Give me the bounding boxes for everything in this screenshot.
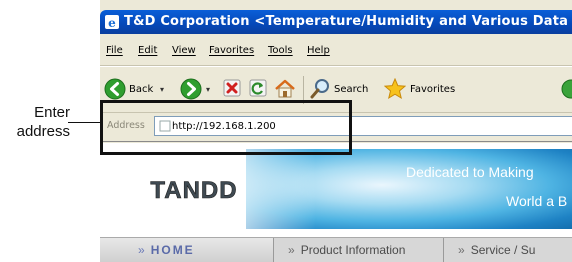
site-banner: TANDD Dedicated to Making World a B bbox=[106, 149, 572, 229]
web-page: TANDD Dedicated to Making World a B » HOM… bbox=[100, 143, 572, 262]
refresh-icon bbox=[249, 79, 267, 97]
menu-edit[interactable]: Edit bbox=[138, 40, 157, 62]
nav-service-support[interactable]: » Service / Su bbox=[444, 238, 572, 262]
back-button[interactable]: Back ▾ bbox=[104, 78, 174, 102]
media-icon bbox=[561, 79, 572, 99]
nav-product-information[interactable]: » Product Information bbox=[274, 238, 444, 262]
favorites-label: Favorites bbox=[410, 84, 456, 95]
nav-arrow-icon: » bbox=[458, 243, 465, 257]
search-icon bbox=[310, 79, 329, 99]
nav-home-label: HOME bbox=[150, 243, 195, 257]
search-button[interactable]: Search bbox=[310, 78, 378, 102]
stop-button[interactable] bbox=[222, 78, 244, 102]
ie-logo-icon: e bbox=[105, 15, 119, 30]
forward-dropdown-icon[interactable]: ▾ bbox=[206, 78, 210, 102]
forward-arrow-icon bbox=[180, 78, 202, 100]
menu-file[interactable]: File bbox=[106, 40, 123, 62]
back-label: Back bbox=[129, 84, 154, 95]
callout-leader-line bbox=[68, 122, 100, 123]
banner-tagline-2: World a B bbox=[506, 193, 568, 209]
forward-button[interactable]: ▾ bbox=[180, 78, 220, 102]
nav-arrow-icon: » bbox=[138, 243, 145, 257]
favorites-button[interactable]: Favorites bbox=[384, 78, 464, 102]
window-title: T&D Corporation <Temperature/Humidity an… bbox=[124, 14, 572, 29]
back-arrow-icon bbox=[104, 78, 126, 100]
svg-text:e: e bbox=[108, 16, 116, 30]
menu-tools[interactable]: Tools bbox=[268, 40, 293, 62]
menu-view[interactable]: View bbox=[172, 40, 196, 62]
tandd-logo-text: TANDD bbox=[150, 177, 237, 204]
callout-line-1: Enter bbox=[34, 104, 70, 121]
home-icon bbox=[275, 79, 295, 98]
menu-divider-highlight bbox=[100, 66, 572, 67]
nav-product-label: Product Information bbox=[300, 243, 406, 257]
menu-help[interactable]: Help bbox=[307, 40, 330, 62]
title-bar[interactable]: e T&D Corporation <Temperature/Humidity … bbox=[100, 10, 572, 34]
address-highlight-box bbox=[100, 100, 352, 155]
favorites-star-icon bbox=[384, 78, 406, 100]
media-button[interactable] bbox=[560, 78, 572, 102]
back-dropdown-icon[interactable]: ▾ bbox=[160, 78, 164, 102]
menu-bar: File Edit View Favorites Tools Help bbox=[100, 40, 572, 62]
nav-service-label: Service / Su bbox=[470, 243, 536, 257]
site-nav: » HOME » Product Information » Service / Su bbox=[100, 237, 572, 262]
nav-home[interactable]: » HOME bbox=[100, 238, 274, 262]
tandd-logo[interactable]: TANDD bbox=[146, 174, 242, 204]
search-label: Search bbox=[334, 84, 369, 95]
home-button[interactable] bbox=[274, 78, 298, 102]
banner-tagline-1: Dedicated to Making bbox=[406, 164, 534, 180]
callout-line-2: address bbox=[16, 123, 70, 140]
nav-arrow-icon: » bbox=[288, 243, 295, 257]
callout-label: Enter address bbox=[0, 103, 70, 141]
menu-favorites[interactable]: Favorites bbox=[209, 40, 254, 62]
refresh-button[interactable] bbox=[248, 78, 270, 102]
stop-icon bbox=[223, 79, 241, 97]
